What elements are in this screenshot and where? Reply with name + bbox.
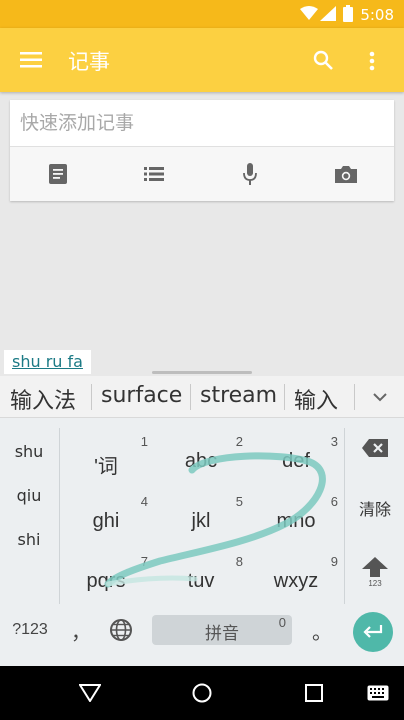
enter-icon: [363, 625, 383, 639]
status-bar: 5:08: [0, 0, 404, 28]
voice-note-button[interactable]: [202, 147, 298, 201]
recents-icon: [305, 684, 323, 702]
wifi-icon: [300, 6, 318, 21]
language-switch-button[interactable]: [104, 604, 138, 656]
shift-sub-label: 123: [368, 578, 382, 588]
home-icon: [192, 683, 212, 703]
candidate-divider: [284, 384, 285, 410]
period-key[interactable]: 。: [304, 604, 340, 656]
pinyin-column: shu qiu shi: [0, 418, 58, 606]
key-label: wxyz: [273, 570, 319, 592]
more-vert-icon[interactable]: [369, 51, 375, 71]
comma-key[interactable]: ，: [64, 604, 98, 656]
candidate-divider: [354, 384, 355, 410]
list-icon: [144, 167, 164, 181]
search-icon[interactable]: [313, 50, 333, 70]
key-8[interactable]: tuv 8: [155, 546, 247, 606]
key-label: mno: [276, 510, 316, 532]
quick-note-input[interactable]: [10, 100, 394, 146]
keyboard-icon: [367, 685, 389, 701]
backspace-button[interactable]: [346, 418, 404, 478]
key-number: 6: [330, 494, 338, 509]
chevron-down-icon: [373, 392, 387, 402]
shift-arrow-icon: [362, 556, 388, 577]
key-3[interactable]: def 3: [250, 426, 342, 486]
candidate-bar: 输入法 surface stream 输入: [0, 376, 404, 418]
pinyin-option[interactable]: shu: [0, 442, 58, 461]
key-label: '词: [94, 456, 118, 478]
enter-button[interactable]: [353, 612, 393, 652]
recents-button[interactable]: [284, 666, 344, 720]
key-label: pqrs: [86, 570, 126, 592]
key-number: 2: [235, 434, 243, 449]
key-number: 7: [140, 554, 148, 569]
right-function-column: 清除 123: [346, 418, 404, 606]
clear-label: 清除: [358, 500, 391, 519]
pinyin-option[interactable]: shi: [0, 530, 58, 549]
ime-keyboard: 输入法 surface stream 输入 shu qiu shi '词 1 a…: [0, 376, 404, 666]
key-9[interactable]: wxyz 9: [250, 546, 342, 606]
key-5[interactable]: jkl 5: [155, 486, 247, 546]
candidate-item[interactable]: 输入: [294, 383, 338, 415]
note-type-toolbar: [10, 147, 394, 201]
photo-note-button[interactable]: [298, 147, 394, 201]
globe-icon: [109, 618, 133, 642]
shift-button[interactable]: 123: [346, 542, 404, 602]
key-label: jkl: [191, 510, 211, 532]
key-label: tuv: [187, 570, 215, 592]
camera-icon: [335, 165, 357, 183]
space-key[interactable]: 拼音 0: [152, 615, 292, 645]
keyboard-bottom-row: ?123 ， 拼音 0 。: [0, 604, 404, 666]
app-title: 记事: [68, 50, 110, 74]
key-number: 3: [330, 434, 338, 449]
key-label: abc: [184, 450, 218, 472]
key-number: 8: [235, 554, 243, 569]
backspace-icon: [362, 439, 388, 457]
app-bar: 记事: [0, 28, 404, 92]
key-number: 9: [330, 554, 338, 569]
pinyin-option[interactable]: qiu: [0, 486, 58, 505]
keyboard-divider: [344, 428, 345, 604]
candidate-item[interactable]: stream: [200, 383, 277, 408]
expand-candidates-button[interactable]: [356, 376, 404, 418]
key-7[interactable]: pqrs 7: [60, 546, 152, 606]
home-button[interactable]: [172, 666, 232, 720]
key-number: 4: [140, 494, 148, 509]
menu-icon[interactable]: [20, 52, 42, 68]
candidate-item[interactable]: surface: [101, 383, 182, 408]
quick-note-card: [10, 100, 394, 201]
clear-button[interactable]: 清除: [346, 478, 404, 538]
back-button[interactable]: [60, 666, 120, 720]
key-number: 1: [140, 434, 148, 449]
space-number: 0: [278, 615, 286, 630]
candidate-divider: [91, 384, 92, 410]
new-list-button[interactable]: [106, 147, 202, 201]
key-number: 5: [235, 494, 243, 509]
keyboard-drag-handle[interactable]: [152, 371, 252, 374]
back-icon: [79, 684, 101, 702]
clock: 5:08: [360, 6, 394, 24]
signal-icon: [320, 6, 336, 21]
mic-icon: [243, 163, 257, 185]
battery-icon: [343, 5, 353, 22]
new-text-note-button[interactable]: [10, 147, 106, 201]
key-label: def: [282, 450, 310, 472]
keyboard-switch-button[interactable]: [352, 666, 404, 720]
text-note-icon: [49, 164, 67, 184]
key-label: ghi: [92, 510, 120, 532]
space-label: 拼音: [205, 624, 239, 644]
candidate-divider: [190, 384, 191, 410]
key-4[interactable]: ghi 4: [60, 486, 152, 546]
key-1[interactable]: '词 1: [60, 426, 152, 486]
key-6[interactable]: mno 6: [250, 486, 342, 546]
symbols-key[interactable]: ?123: [2, 604, 58, 656]
navigation-bar: [0, 666, 404, 720]
composing-text: shu ru fa: [4, 350, 91, 374]
candidate-item[interactable]: 输入法: [10, 383, 76, 415]
key-2[interactable]: abc 2: [155, 426, 247, 486]
